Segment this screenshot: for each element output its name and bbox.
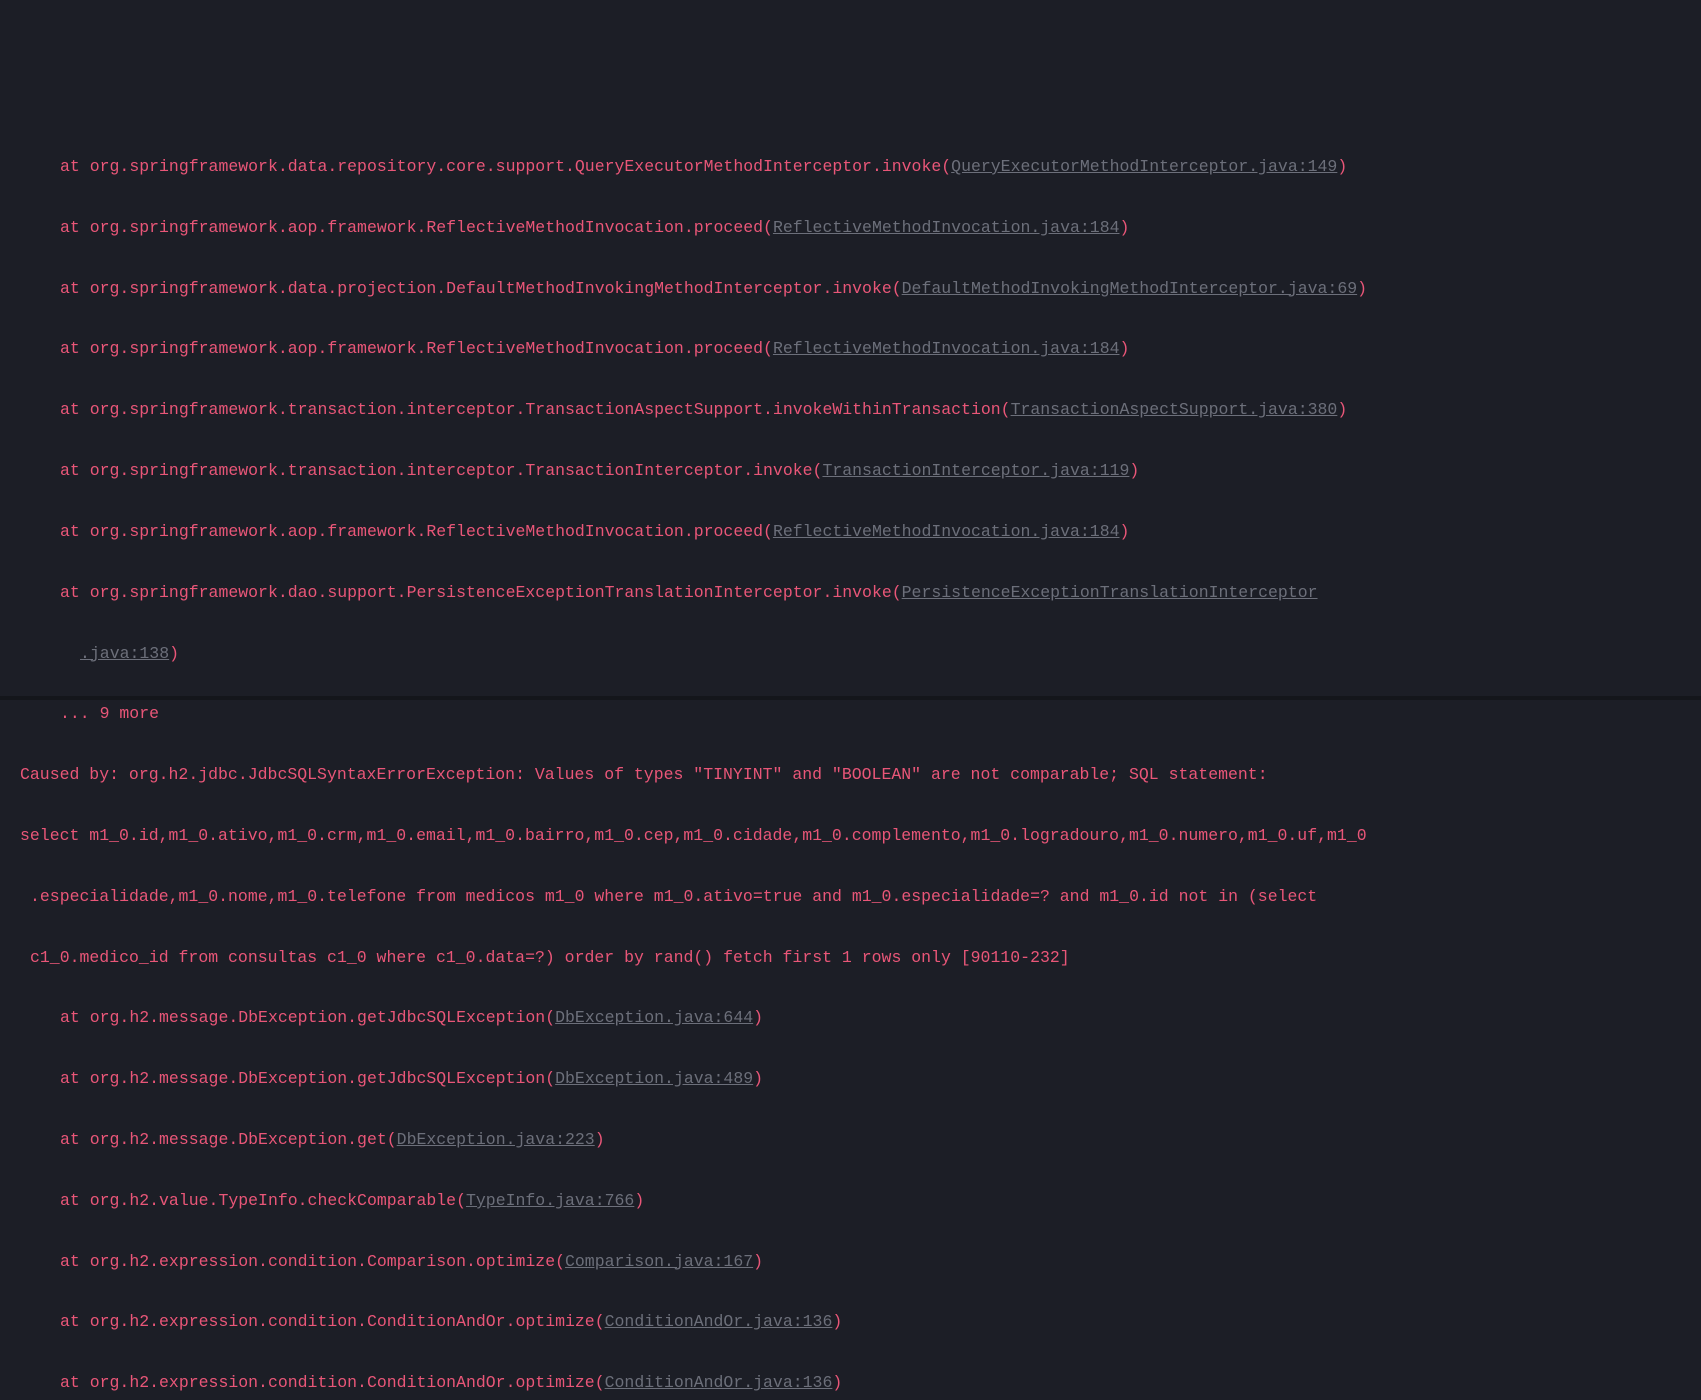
stack-frame: at org.springframework.transaction.inter… (20, 456, 1693, 486)
sql-line: c1_0.medico_id from consultas c1_0 where… (20, 943, 1693, 973)
frame-close: ) (1129, 461, 1139, 480)
stack-frame: at org.h2.expression.condition.Compariso… (20, 1247, 1693, 1277)
frame-call: org.springframework.aop.framework.Reflec… (90, 522, 773, 541)
source-link[interactable]: DefaultMethodInvokingMethodInterceptor.j… (902, 279, 1357, 298)
source-link[interactable]: ConditionAndOr.java:136 (605, 1373, 833, 1392)
frame-call: org.h2.message.DbException.getJdbcSQLExc… (90, 1069, 555, 1088)
frame-call: org.springframework.data.repository.core… (90, 157, 951, 176)
stack-frame: at org.springframework.data.repository.c… (20, 152, 1693, 182)
frame-close: ) (1337, 400, 1347, 419)
at-keyword: at (60, 1130, 90, 1149)
frame-close: ) (1357, 279, 1367, 298)
stack-frame: at org.h2.message.DbException.getJdbcSQL… (20, 1064, 1693, 1094)
at-keyword: at (60, 1069, 90, 1088)
stack-frame-continuation: .java:138) (20, 639, 1693, 669)
frame-call: org.h2.expression.condition.Comparison.o… (90, 1252, 565, 1271)
stack-frame: at org.h2.expression.condition.Condition… (20, 1307, 1693, 1337)
caused-by-text: Caused by: org.h2.jdbc.JdbcSQLSyntaxErro… (20, 765, 1268, 784)
at-keyword: at (60, 218, 90, 237)
frame-call: org.h2.value.TypeInfo.checkComparable( (90, 1191, 466, 1210)
frame-close: ) (1120, 339, 1130, 358)
frame-close: ) (832, 1373, 842, 1392)
frame-close: ) (634, 1191, 644, 1210)
source-link[interactable]: TransactionInterceptor.java:119 (822, 461, 1129, 480)
frame-close: ) (832, 1312, 842, 1331)
at-keyword: at (60, 1312, 90, 1331)
frame-call: org.springframework.dao.support.Persiste… (90, 583, 902, 602)
source-link[interactable]: TypeInfo.java:766 (466, 1191, 634, 1210)
source-link[interactable]: DbException.java:489 (555, 1069, 753, 1088)
console-output: at org.springframework.data.repository.c… (20, 122, 1693, 1400)
frame-close: ) (169, 644, 179, 663)
frame-call: org.h2.expression.condition.ConditionAnd… (90, 1373, 605, 1392)
more-text: ... 9 more (60, 704, 159, 723)
sql-text: c1_0.medico_id from consultas c1_0 where… (30, 948, 1070, 967)
at-keyword: at (60, 583, 90, 602)
stack-frame: at org.springframework.aop.framework.Ref… (20, 517, 1693, 547)
sql-text: select m1_0.id,m1_0.ativo,m1_0.crm,m1_0.… (20, 826, 1367, 845)
frame-close: ) (753, 1069, 763, 1088)
frame-close: ) (595, 1130, 605, 1149)
stack-frame: at org.springframework.transaction.inter… (20, 395, 1693, 425)
bottom-bar (0, 696, 1701, 700)
frame-close: ) (1337, 157, 1347, 176)
sql-text: .especialidade,m1_0.nome,m1_0.telefone f… (30, 887, 1327, 906)
source-link[interactable]: DbException.java:644 (555, 1008, 753, 1027)
stack-frame: at org.h2.value.TypeInfo.checkComparable… (20, 1186, 1693, 1216)
stack-frame: at org.h2.expression.condition.Condition… (20, 1368, 1693, 1398)
stack-frame: at org.springframework.aop.framework.Ref… (20, 334, 1693, 364)
stack-frame: at org.springframework.dao.support.Persi… (20, 578, 1693, 608)
source-link[interactable]: ReflectiveMethodInvocation.java:184 (773, 218, 1120, 237)
frame-call: org.h2.expression.condition.ConditionAnd… (90, 1312, 605, 1331)
stack-frame: at org.springframework.data.projection.D… (20, 274, 1693, 304)
frame-call: org.springframework.aop.framework.Reflec… (90, 339, 773, 358)
source-link[interactable]: QueryExecutorMethodInterceptor.java:149 (951, 157, 1337, 176)
at-keyword: at (60, 157, 90, 176)
frame-close: ) (753, 1252, 763, 1271)
source-link[interactable]: ConditionAndOr.java:136 (605, 1312, 833, 1331)
frame-close: ) (753, 1008, 763, 1027)
frame-call: org.springframework.data.projection.Defa… (90, 279, 902, 298)
frame-call: org.h2.message.DbException.get( (90, 1130, 397, 1149)
source-link[interactable]: PersistenceExceptionTranslationIntercept… (902, 583, 1318, 602)
frame-close: ) (1120, 218, 1130, 237)
caused-by-line: Caused by: org.h2.jdbc.JdbcSQLSyntaxErro… (20, 760, 1693, 790)
at-keyword: at (60, 400, 90, 419)
source-link[interactable]: ReflectiveMethodInvocation.java:184 (773, 339, 1120, 358)
at-keyword: at (60, 1252, 90, 1271)
at-keyword: at (60, 1008, 90, 1027)
at-keyword: at (60, 1191, 90, 1210)
source-link[interactable]: DbException.java:223 (397, 1130, 595, 1149)
sql-line: select m1_0.id,m1_0.ativo,m1_0.crm,m1_0.… (20, 821, 1693, 851)
source-link[interactable]: TransactionAspectSupport.java:380 (1011, 400, 1338, 419)
at-keyword: at (60, 1373, 90, 1392)
at-keyword: at (60, 279, 90, 298)
source-link[interactable]: .java:138 (80, 644, 169, 663)
source-link[interactable]: ReflectiveMethodInvocation.java:184 (773, 522, 1120, 541)
stack-frame: at org.springframework.aop.framework.Ref… (20, 213, 1693, 243)
frame-call: org.h2.message.DbException.getJdbcSQLExc… (90, 1008, 555, 1027)
frame-call: org.springframework.aop.framework.Reflec… (90, 218, 773, 237)
frame-call: org.springframework.transaction.intercep… (90, 461, 823, 480)
at-keyword: at (60, 339, 90, 358)
frame-close: ) (1120, 522, 1130, 541)
stack-more: ... 9 more (20, 699, 1693, 729)
at-keyword: at (60, 522, 90, 541)
frame-call: org.springframework.transaction.intercep… (90, 400, 1011, 419)
source-link[interactable]: Comparison.java:167 (565, 1252, 753, 1271)
sql-line: .especialidade,m1_0.nome,m1_0.telefone f… (20, 882, 1693, 912)
stack-frame: at org.h2.message.DbException.getJdbcSQL… (20, 1003, 1693, 1033)
at-keyword: at (60, 461, 90, 480)
stack-frame: at org.h2.message.DbException.get(DbExce… (20, 1125, 1693, 1155)
